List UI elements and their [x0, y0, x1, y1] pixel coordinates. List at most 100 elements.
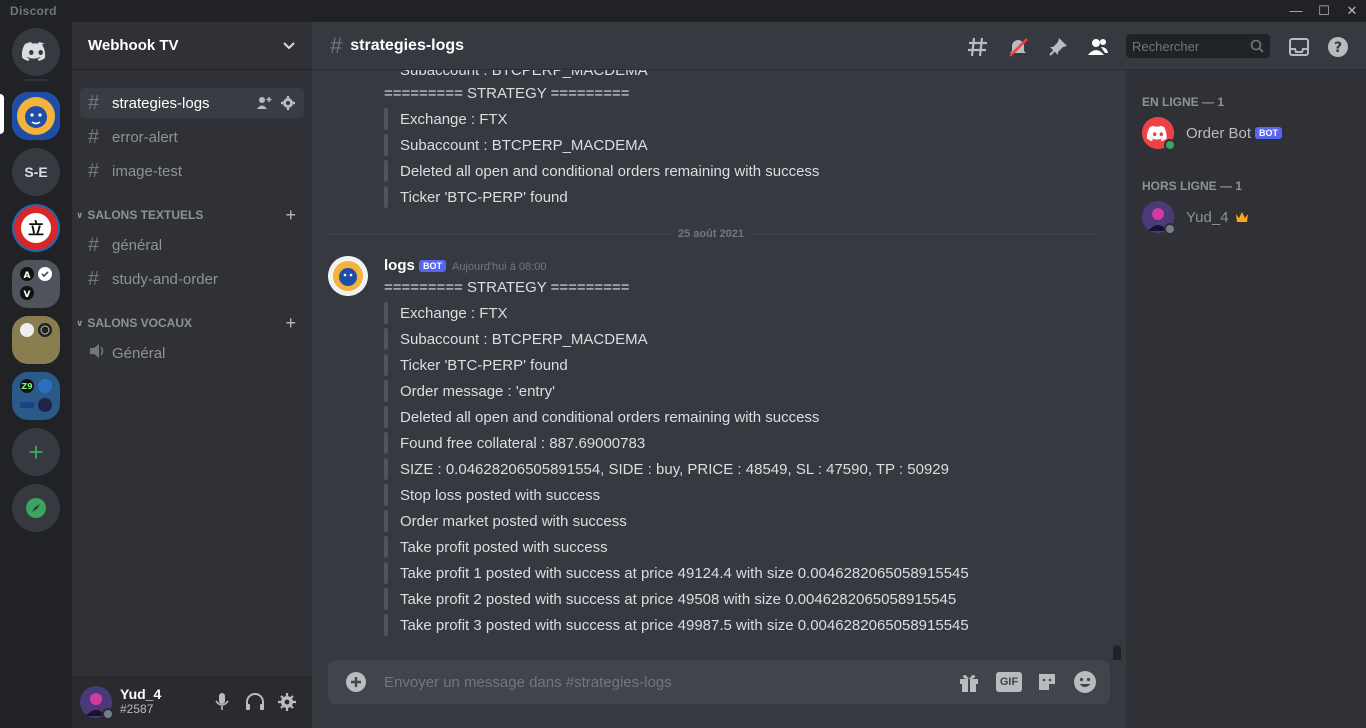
message-line: Order market posted with success [400, 513, 627, 530]
chevron-down-icon[interactable] [282, 41, 296, 51]
channel-hash-icon: # [88, 125, 100, 148]
inbox-icon[interactable] [1288, 36, 1310, 58]
message-line: Take profit 2 posted with success at pri… [400, 591, 957, 608]
online-header: EN LIGNE — 1 [1142, 95, 1225, 109]
member-name: Order Bot [1186, 124, 1252, 142]
channel-hash-icon: # [330, 32, 343, 58]
user-tag: #2587 [120, 702, 154, 716]
member-order-bot[interactable]: Order Bot BOT [1142, 113, 1283, 153]
server-folder-3[interactable]: Z9 [12, 372, 60, 420]
threads-icon[interactable] [967, 36, 989, 58]
channel-label: image-test [112, 162, 183, 180]
compass-icon [26, 498, 46, 518]
folder-icon: Z9 [20, 379, 52, 412]
channel-header: # strategies-logs Rechercher ? [312, 22, 1366, 70]
message-line: Subaccount : BTCPERP_MACDEMA [400, 137, 648, 154]
user-settings-icon[interactable] [278, 693, 296, 711]
message-composer[interactable]: Envoyer un message dans #strategies-logs… [328, 660, 1110, 704]
user-panel: Yud_4 #2587 [72, 676, 312, 728]
message-timestamp: Aujourd'hui à 08:00 [452, 261, 547, 273]
voice-channel-general[interactable]: Général [80, 338, 304, 368]
folder-icon: AV [20, 267, 52, 300]
quote-bar [384, 536, 388, 558]
explore-servers-button[interactable] [12, 484, 60, 532]
help-icon[interactable]: ? [1327, 36, 1349, 58]
avatar[interactable] [328, 256, 368, 296]
emoji-icon[interactable] [1073, 670, 1097, 694]
search-input[interactable]: Rechercher [1126, 34, 1270, 58]
discord-home-button[interactable] [12, 28, 60, 76]
quote-bar [384, 108, 388, 130]
add-channel-icon[interactable]: + [285, 313, 296, 334]
server-folder-2[interactable] [12, 316, 60, 364]
add-channel-icon[interactable]: + [285, 205, 296, 226]
svg-text:?: ? [1334, 40, 1342, 56]
svg-text:A: A [24, 271, 31, 281]
quote-bar [384, 484, 388, 506]
quote-bar [384, 302, 388, 324]
message-line: ========= STRATEGY ========= [384, 85, 630, 102]
avatar[interactable] [80, 686, 114, 720]
message-line: SIZE : 0.04628206505891554, SIDE : buy, … [400, 461, 949, 478]
channel-strategies-logs[interactable]: # strategies-logs [80, 88, 304, 118]
message-line: Exchange : FTX [400, 305, 508, 322]
chevron-down-icon: ∨ [76, 209, 84, 220]
invite-icon[interactable] [256, 95, 272, 111]
close-window-button[interactable]: ✕ [1338, 0, 1366, 22]
message-line: Ticker 'BTC-PERP' found [400, 357, 568, 374]
sign-server-icon: 立 [14, 206, 58, 250]
message-line: Take profit 1 posted with success at pri… [400, 565, 969, 582]
channel-label: error-alert [112, 128, 178, 146]
settings-gear-icon[interactable] [280, 95, 296, 111]
svg-text:Z9: Z9 [21, 382, 33, 391]
member-list-icon[interactable] [1087, 36, 1109, 58]
quote-bar [384, 588, 388, 610]
guild-name: Webhook TV [88, 37, 179, 54]
server-folder-1[interactable]: AV [12, 260, 60, 308]
active-server-pill [0, 94, 4, 134]
message-line: ========= STRATEGY ========= [384, 279, 630, 296]
message-line: Found free collateral : 887.69000783 [400, 435, 646, 452]
maximize-button[interactable]: ☐ [1310, 0, 1338, 22]
channel-image-test[interactable]: # image-test [80, 156, 304, 186]
message-author[interactable]: logs BOT [384, 257, 447, 274]
message-input-placeholder: Envoyer un message dans #strategies-logs [384, 673, 672, 691]
sign-glyph: 立 [28, 219, 44, 238]
author-name: logs [384, 257, 415, 274]
bot-badge: BOT [1255, 127, 1283, 139]
message-line: Ticker 'BTC-PERP' found [400, 189, 568, 206]
add-server-button[interactable]: + [12, 428, 60, 476]
scrollbar-thumb[interactable] [1113, 645, 1121, 660]
guild-header[interactable]: Webhook TV [72, 22, 312, 70]
status-indicator [102, 708, 114, 720]
server-rail: S-E 立 AV Z9 + [0, 22, 72, 728]
member-yud-4[interactable]: Yud_4 [1142, 197, 1249, 237]
category-text-channels[interactable]: ∨ SALONS TEXTUELS + [76, 205, 304, 226]
add-attachment-icon[interactable] [345, 671, 367, 693]
channel-error-alert[interactable]: # error-alert [80, 122, 304, 152]
server-sign[interactable]: 立 [12, 204, 60, 252]
channel-title: strategies-logs [350, 36, 465, 54]
mute-notifications-icon[interactable] [1007, 36, 1029, 58]
quote-bar [384, 380, 388, 402]
quote-bar [384, 354, 388, 376]
headphones-icon[interactable] [245, 693, 265, 711]
search-placeholder: Rechercher [1132, 39, 1200, 54]
quote-bar [384, 328, 388, 350]
quote-bar [384, 160, 388, 182]
gift-icon[interactable] [958, 671, 980, 693]
pin-icon[interactable] [1047, 36, 1069, 58]
microphone-icon[interactable] [215, 693, 229, 711]
server-s-e[interactable]: S-E [12, 148, 60, 196]
channel-general[interactable]: # général [80, 230, 304, 260]
minimize-button[interactable]: — [1282, 0, 1310, 22]
channel-study-and-order[interactable]: # study-and-order [80, 264, 304, 294]
message-line: Subaccount : BTCPERP_MACDEMA [400, 331, 648, 348]
sticker-icon[interactable] [1036, 671, 1058, 693]
server-lion[interactable] [12, 92, 60, 140]
category-voice-channels[interactable]: ∨ SALONS VOCAUX + [76, 313, 304, 334]
category-label: SALONS VOCAUX [87, 316, 192, 330]
folder-icon [20, 323, 52, 337]
gif-button[interactable]: GIF [996, 672, 1022, 692]
avatar [1142, 117, 1176, 151]
